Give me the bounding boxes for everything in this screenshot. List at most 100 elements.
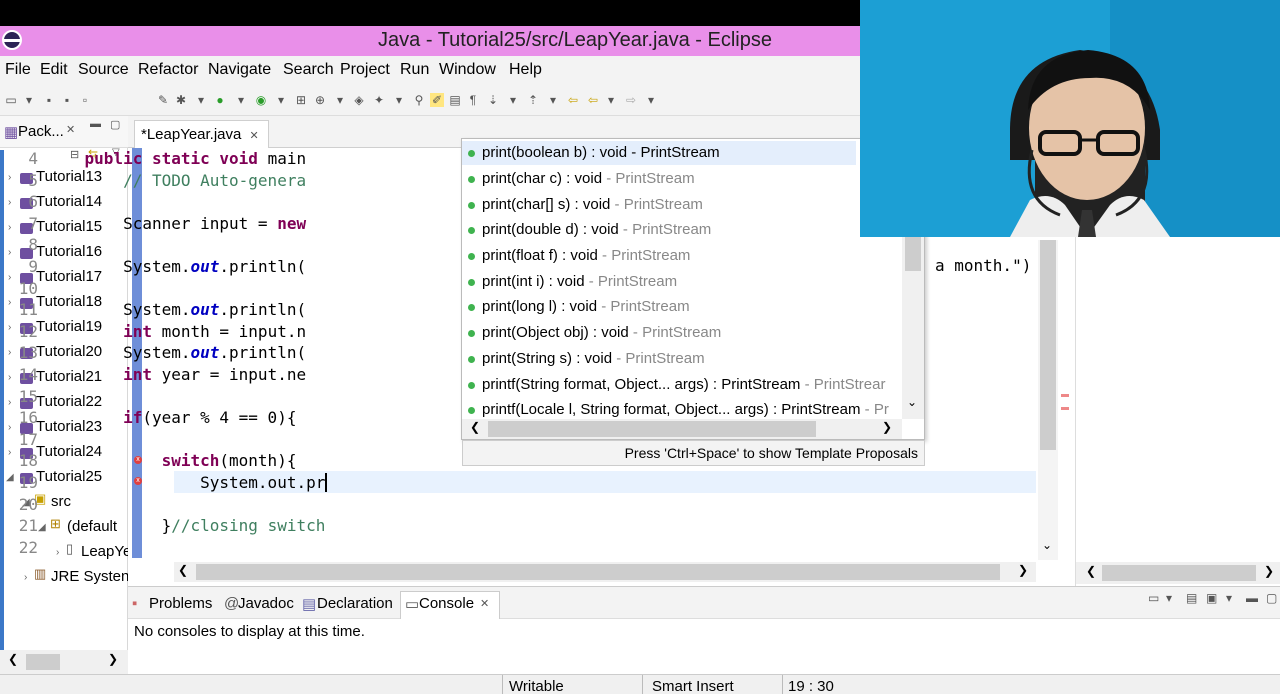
dropdown-icon[interactable]: ▾ (506, 93, 520, 107)
menu-search[interactable]: Search (283, 61, 334, 79)
menu-window[interactable]: Window (439, 61, 496, 79)
dropdown-icon[interactable]: ▾ (546, 93, 560, 107)
maximize-icon[interactable]: ▢ (110, 118, 120, 131)
menu-file[interactable]: File (5, 61, 31, 79)
overview-error-mark[interactable] (1061, 394, 1069, 397)
open-console-icon[interactable]: ▣ (1206, 591, 1217, 605)
dropdown-icon[interactable]: ▾ (1166, 591, 1172, 605)
content-assist-popup[interactable]: print(boolean b) : void - PrintStream pr… (461, 138, 925, 440)
dropdown-icon[interactable]: ▾ (1226, 591, 1232, 605)
menu-edit[interactable]: Edit (40, 61, 68, 79)
next-annotation-icon[interactable]: ⇣ (486, 93, 500, 107)
dropdown-icon[interactable]: ▾ (644, 93, 658, 107)
close-icon[interactable]: ✕ (480, 597, 489, 610)
save-icon[interactable]: ▪ (42, 93, 56, 107)
dropdown-icon[interactable]: ▾ (22, 93, 36, 107)
menu-source[interactable]: Source (78, 61, 129, 79)
new-icon[interactable]: ▭ (4, 93, 18, 107)
menu-project[interactable]: Project (340, 61, 390, 79)
scroll-thumb[interactable] (26, 654, 60, 670)
external-tools-icon[interactable]: ◉ (254, 93, 268, 107)
scroll-thumb[interactable] (488, 421, 816, 437)
scroll-right-icon[interactable]: ❯ (1018, 563, 1028, 577)
new-java-project-icon[interactable]: ⊞ (294, 93, 308, 107)
horizontal-scrollbar[interactable]: ❮ ❯ (0, 650, 128, 674)
last-edit-icon[interactable]: ⇦ (566, 93, 580, 107)
save-all-icon[interactable]: ▪ (60, 93, 74, 107)
scroll-left-icon[interactable]: ❮ (470, 420, 480, 434)
package-explorer-tab[interactable]: Pack... (18, 123, 64, 140)
mark-occurrences-icon[interactable]: ✐ (430, 93, 444, 107)
print-icon[interactable]: ▫ (78, 93, 92, 107)
open-type-icon[interactable]: ◈ (352, 93, 366, 107)
proposal-item[interactable]: print(Object obj) : void - PrintStream (468, 324, 721, 341)
editor-vertical-scrollbar[interactable]: ⌄ (1038, 240, 1058, 560)
proposal-item[interactable]: printf(String format, Object... args) : … (468, 376, 904, 393)
show-whitespace-icon[interactable]: ¶ (466, 93, 480, 107)
editor-horizontal-scrollbar[interactable]: ❮ ❯ (174, 562, 1036, 582)
menu-refactor[interactable]: Refactor (138, 61, 198, 79)
dropdown-icon[interactable]: ▾ (194, 93, 208, 107)
editor-tab-leapyear[interactable]: *LeapYear.java ✕ (134, 120, 269, 148)
maximize-icon[interactable]: ▢ (1266, 591, 1277, 605)
javadoc-icon: @ (224, 595, 240, 612)
proposal-horizontal-scrollbar[interactable]: ❮ ❯ (462, 419, 902, 439)
proposal-item[interactable]: print(char c) : void - PrintStream (468, 170, 695, 187)
outline-panel: ❮ ❯ (1075, 237, 1280, 587)
horizontal-scrollbar[interactable]: ❮ ❯ (1076, 562, 1280, 584)
minimize-icon[interactable]: ▬ (1246, 591, 1258, 605)
dropdown-icon[interactable]: ▾ (392, 93, 406, 107)
toggle-breakpoint-icon[interactable]: ✎ (156, 93, 170, 107)
minimize-icon[interactable]: ▬ (90, 118, 101, 130)
scroll-left-icon[interactable]: ❮ (178, 563, 188, 577)
proposal-item[interactable]: printf(Locale l, String format, Object..… (468, 401, 904, 418)
scroll-thumb[interactable] (196, 564, 1000, 580)
scroll-right-icon[interactable]: ❯ (882, 420, 892, 434)
search-icon[interactable]: ✦ (372, 93, 386, 107)
proposal-item[interactable]: print(char[] s) : void - PrintStream (468, 196, 703, 213)
back-icon[interactable]: ⇦ (586, 93, 600, 107)
run-icon[interactable]: ● (213, 93, 227, 107)
method-icon (468, 381, 475, 389)
proposal-item[interactable]: print(boolean b) : void - PrintStream (468, 144, 720, 161)
display-console-icon[interactable]: ▭ (1148, 591, 1159, 605)
dropdown-icon[interactable]: ▾ (274, 93, 288, 107)
code-text[interactable]: public static void main // TODO Auto-gen… (46, 148, 328, 558)
menu-help[interactable]: Help (509, 61, 542, 79)
close-icon[interactable]: ✕ (250, 130, 259, 142)
scroll-right-icon[interactable]: ❯ (1264, 564, 1274, 578)
prev-annotation-icon[interactable]: ⇡ (526, 93, 540, 107)
jre-library[interactable]: JRE Systen (51, 568, 129, 585)
scroll-thumb[interactable] (905, 235, 921, 271)
menu-run[interactable]: Run (400, 61, 429, 79)
scroll-thumb[interactable] (1040, 240, 1056, 450)
annotation-icon[interactable]: ⚲ (412, 93, 426, 107)
block-selection-icon[interactable]: ▤ (448, 93, 462, 107)
tab-javadoc[interactable]: Javadoc (238, 595, 294, 612)
proposal-item[interactable]: print(long l) : void - PrintStream (468, 298, 690, 315)
debug-icon[interactable]: ✱ (174, 93, 188, 107)
scroll-left-icon[interactable]: ❮ (8, 652, 18, 666)
method-icon (468, 149, 475, 157)
proposal-item[interactable]: print(float f) : void - PrintStream (468, 247, 690, 264)
dropdown-icon[interactable]: ▾ (234, 93, 248, 107)
proposal-item[interactable]: print(double d) : void - PrintStream (468, 221, 711, 238)
new-class-icon[interactable]: ⊕ (313, 93, 327, 107)
tab-console[interactable]: Console (419, 595, 474, 612)
scroll-down-icon[interactable]: ⌄ (907, 395, 917, 409)
menu-navigate[interactable]: Navigate (208, 61, 271, 79)
dropdown-icon[interactable]: ▾ (333, 93, 347, 107)
proposal-item[interactable]: print(String s) : void - PrintStream (468, 350, 705, 367)
tab-declaration[interactable]: Declaration (317, 595, 393, 612)
scroll-thumb[interactable] (1102, 565, 1256, 581)
tab-problems[interactable]: Problems (149, 595, 212, 612)
close-icon[interactable]: ✕ (66, 123, 75, 136)
overview-error-mark[interactable] (1061, 407, 1069, 410)
scroll-right-icon[interactable]: ❯ (108, 652, 118, 666)
scroll-left-icon[interactable]: ❮ (1086, 564, 1096, 578)
scroll-down-icon[interactable]: ⌄ (1042, 538, 1052, 552)
pin-console-icon[interactable]: ▤ (1186, 591, 1197, 605)
forward-icon[interactable]: ⇨ (624, 93, 638, 107)
dropdown-icon[interactable]: ▾ (604, 93, 618, 107)
proposal-item[interactable]: print(int i) : void - PrintStream (468, 273, 677, 290)
